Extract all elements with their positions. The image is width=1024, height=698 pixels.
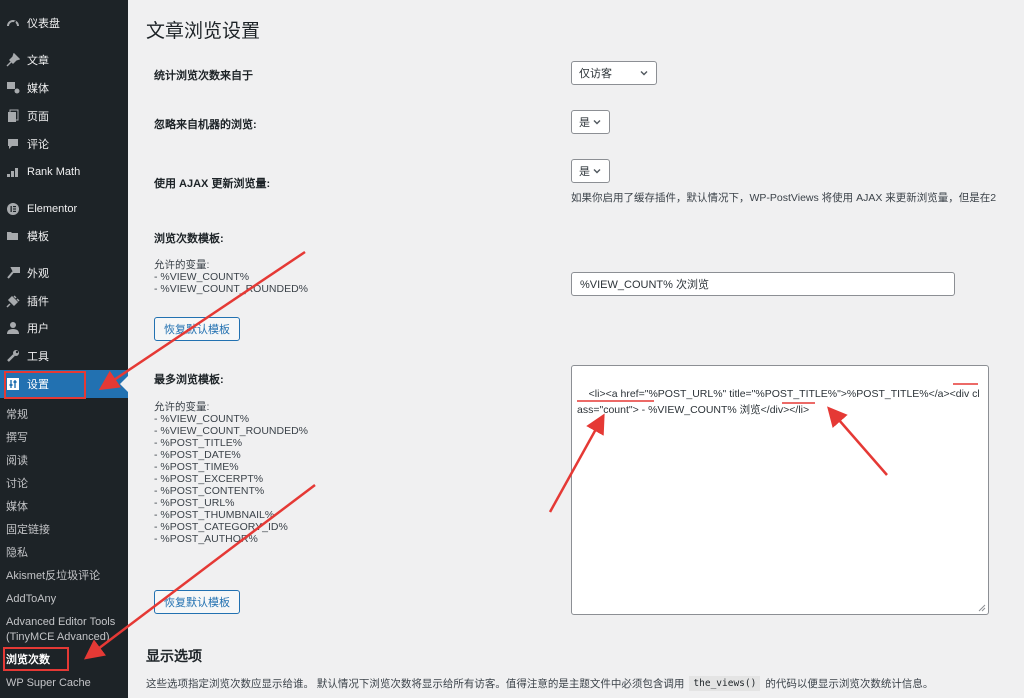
pages-icon — [6, 109, 20, 123]
submenu-addtoany[interactable]: AddToAny — [6, 593, 56, 606]
submenu-akismet[interactable]: Akismet反垃圾评论 — [6, 570, 100, 583]
page-title: 文章浏览设置 — [146, 21, 261, 42]
menu-label: 页面 — [27, 111, 49, 123]
count-from-select[interactable]: 仅访客 — [571, 61, 657, 85]
submenu-wp-super-cache[interactable]: WP Super Cache — [6, 677, 91, 690]
submenu-post-views[interactable]: 浏览次数 — [6, 654, 50, 667]
display-options-description: 这些选项指定浏览次数应显示给谁。 默认情况下浏览次数将显示给所有访客。值得注意的… — [146, 676, 933, 691]
chevron-down-icon — [640, 71, 648, 76]
resize-grip-icon[interactable] — [978, 604, 986, 612]
restore-views-template-button[interactable]: 恢复默认模板 — [154, 317, 240, 341]
settings-icon — [6, 377, 20, 391]
textarea-value: <li><a href="%POST_URL%" title="%POST_TI… — [577, 388, 980, 416]
var-item: - %POST_CATEGORY_ID% — [154, 521, 288, 533]
submenu-general[interactable]: 常规 — [6, 409, 28, 422]
menu-label: 仪表盘 — [27, 18, 60, 30]
var-item: - %POST_TIME% — [154, 461, 239, 473]
menu-label: Rank Math — [27, 166, 81, 178]
views-template-input[interactable] — [571, 272, 955, 296]
menu-item-elementor[interactable]: Elementor — [0, 196, 128, 222]
var-item: - %VIEW_COUNT% — [154, 271, 250, 283]
submenu-permalinks[interactable]: 固定链接 — [6, 524, 50, 537]
select-value: 仅访客 — [579, 68, 612, 80]
brush-icon — [6, 266, 20, 280]
use-ajax-help: 如果你启用了缓存插件，默认情况下，WP-PostViews 将使用 AJAX 来… — [571, 192, 997, 204]
select-value: 是 — [579, 166, 590, 178]
exclude-bots-select[interactable]: 是 — [571, 110, 610, 134]
menu-item-templates[interactable]: 模板 — [0, 223, 128, 249]
desc-after: 的代码以便显示浏览次数统计信息。 — [765, 678, 934, 690]
menu-item-posts[interactable]: 文章 — [0, 47, 128, 73]
main-content: 文章浏览设置 统计浏览次数来自于 仅访客 忽略来自机器的浏览: 是 使用 AJA… — [128, 0, 1024, 698]
active-menu-notch — [120, 376, 128, 392]
submenu-writing[interactable]: 撰写 — [6, 432, 28, 445]
menu-item-users[interactable]: 用户 — [0, 315, 128, 341]
menu-item-tools[interactable]: 工具 — [0, 343, 128, 369]
menu-label: Elementor — [27, 203, 78, 215]
menu-label: 用户 — [27, 323, 49, 335]
pin-icon — [6, 53, 20, 67]
comment-icon — [6, 137, 20, 151]
code-snippet: the_views() — [689, 676, 761, 691]
folder-icon — [6, 229, 20, 243]
select-value: 是 — [579, 117, 590, 129]
menu-label: 评论 — [27, 139, 49, 151]
most-viewed-template-textarea[interactable]: <li><a href="%POST_URL%" title="%POST_TI… — [571, 365, 989, 615]
menu-item-appearance[interactable]: 外观 — [0, 260, 128, 286]
menu-label: 外观 — [27, 268, 49, 280]
var-item: - %POST_CONTENT% — [154, 485, 265, 497]
media-icon — [6, 81, 20, 95]
plug-icon — [6, 294, 20, 308]
exclude-bots-label: 忽略来自机器的浏览: — [154, 119, 257, 131]
views-template-vars: 允许的变量: - %VIEW_COUNT% - %VIEW_COUNT_ROUN… — [154, 259, 308, 295]
var-item: - %VIEW_COUNT_ROUNDED% — [154, 283, 309, 295]
dashboard-icon — [6, 16, 20, 30]
most-viewed-template-vars: 允许的变量: - %VIEW_COUNT% - %VIEW_COUNT_ROUN… — [154, 401, 308, 545]
submenu-advanced-editor-tools-line2[interactable]: (TinyMCE Advanced) — [6, 631, 110, 644]
var-item: - %POST_EXCERPT% — [154, 473, 264, 485]
wrench-icon — [6, 349, 20, 363]
menu-item-media[interactable]: 媒体 — [0, 75, 128, 101]
admin-sidebar: 仪表盘 文章 媒体 页面 评论 Rank Math Elementor 模板 外… — [0, 0, 128, 698]
var-item: - %POST_URL% — [154, 497, 235, 509]
menu-item-settings[interactable]: 设置 — [0, 370, 128, 398]
var-item: - %POST_AUTHOR% — [154, 533, 258, 545]
menu-item-rank-math[interactable]: Rank Math — [0, 159, 128, 185]
var-item: - %POST_DATE% — [154, 449, 241, 461]
restore-most-viewed-template-button[interactable]: 恢复默认模板 — [154, 590, 240, 614]
vars-title: 允许的变量: — [154, 259, 210, 271]
views-template-label: 浏览次数模板: — [154, 233, 224, 245]
submenu-advanced-editor-tools[interactable]: Advanced Editor Tools — [6, 616, 115, 629]
chevron-down-icon — [593, 169, 601, 174]
menu-item-pages[interactable]: 页面 — [0, 103, 128, 129]
menu-item-dashboard[interactable]: 仪表盘 — [0, 10, 128, 36]
display-options-title: 显示选项 — [146, 648, 202, 664]
menu-label: 插件 — [27, 296, 49, 308]
menu-label: 工具 — [27, 351, 49, 363]
desc-before: 这些选项指定浏览次数应显示给谁。 默认情况下浏览次数将显示给所有访客。值得注意的… — [146, 678, 685, 690]
most-viewed-template-label: 最多浏览模板: — [154, 374, 224, 386]
submenu-privacy[interactable]: 隐私 — [6, 547, 28, 560]
vars-title: 允许的变量: — [154, 401, 210, 413]
var-item: - %POST_TITLE% — [154, 437, 243, 449]
submenu-media[interactable]: 媒体 — [6, 501, 28, 514]
elementor-icon — [6, 202, 20, 216]
menu-label: 媒体 — [27, 83, 49, 95]
menu-item-plugins[interactable]: 插件 — [0, 288, 128, 314]
var-item: - %POST_THUMBNAIL% — [154, 509, 275, 521]
menu-item-comments[interactable]: 评论 — [0, 131, 128, 157]
submenu-reading[interactable]: 阅读 — [6, 455, 28, 468]
menu-label: 设置 — [27, 379, 49, 391]
user-icon — [6, 321, 20, 335]
menu-label: 模板 — [27, 231, 49, 243]
chevron-down-icon — [593, 120, 601, 125]
submenu-discussion[interactable]: 讨论 — [6, 478, 28, 491]
var-item: - %VIEW_COUNT% — [154, 413, 250, 425]
rank-math-icon — [6, 165, 20, 179]
use-ajax-select[interactable]: 是 — [571, 159, 610, 183]
count-from-label: 统计浏览次数来自于 — [154, 70, 253, 82]
menu-label: 文章 — [27, 55, 49, 67]
use-ajax-label: 使用 AJAX 更新浏览量: — [154, 178, 271, 190]
var-item: - %VIEW_COUNT_ROUNDED% — [154, 425, 309, 437]
